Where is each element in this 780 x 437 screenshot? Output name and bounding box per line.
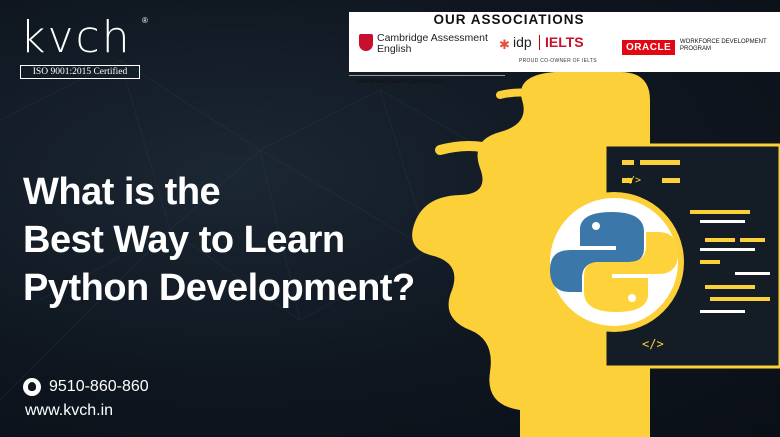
yellow-dash-1 [435, 141, 500, 155]
oracle-subtitle: WORKFORCE DEVELOPMENT PROGRAM [680, 39, 767, 52]
oracle-name: ORACLE [622, 40, 676, 55]
website-link[interactable]: www.kvch.in [25, 402, 113, 420]
svg-text:</>: </> [642, 337, 664, 351]
phone-number: 9510-860-860 [49, 378, 149, 396]
brand-logo[interactable]: kvch ® ISO 9001:2015 Certified [20, 12, 148, 79]
headline-line-3: Python Development? [23, 267, 415, 309]
cambridge-shield-icon [359, 34, 373, 51]
headset-icon [23, 378, 41, 396]
svg-text:</>: </> [623, 175, 641, 186]
ielts-name: IELTS [545, 34, 584, 50]
headline-line-2: Best Way to Learn [23, 219, 345, 261]
logo-wordmark: kvch [20, 12, 132, 63]
yellow-dash-2 [496, 88, 544, 99]
headline: What is the Best Way to Learn Python Dev… [23, 168, 415, 312]
idp-divider [539, 35, 540, 50]
headline-line-1: What is the [23, 171, 221, 213]
iso-certification-label: ISO 9001:2015 Certified [20, 65, 140, 79]
cambridge-name: Cambridge Assessment English [377, 32, 488, 55]
idp-name: idp [513, 34, 532, 50]
registered-mark: ® [142, 16, 148, 25]
cambridge-footer: Authorised Exam Centre IA114 [349, 75, 505, 85]
associations-panel: OUR ASSOCIATIONS Cambridge Assessment En… [349, 12, 780, 85]
banner: </> </> kvch ® ISO 9001:2015 Certified O… [0, 0, 780, 437]
associations-title: OUR ASSOCIATIONS [433, 12, 585, 27]
python-logo-icon [544, 192, 684, 332]
phone-contact[interactable]: 9510-860-860 [23, 378, 149, 396]
idp-subtitle: PROUD CO-OWNER OF IELTS [519, 58, 597, 64]
idp-dots-icon: ✱ [499, 37, 510, 52]
